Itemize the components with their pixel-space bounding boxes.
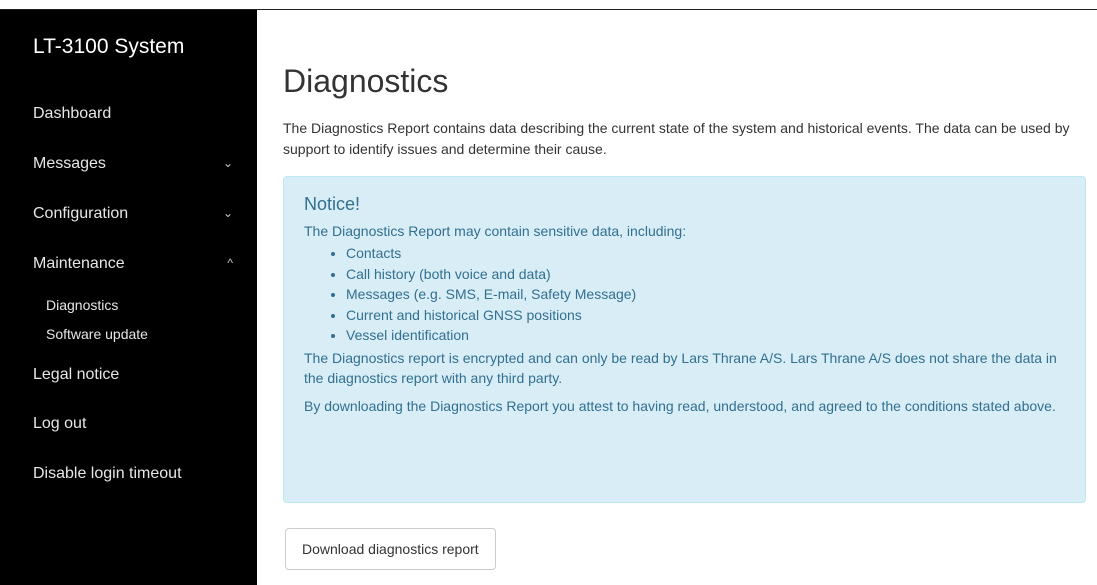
encryption-note: The Diagnostics report is encrypted and … bbox=[304, 349, 1057, 386]
page-title: Diagnostics bbox=[283, 63, 449, 99]
list-item: Call history (both voice and data) bbox=[346, 264, 1065, 285]
sidebar-subitem-diagnostics[interactable]: Diagnostics bbox=[46, 297, 118, 313]
sensitive-data-list: Contacts Call history (both voice and da… bbox=[304, 243, 1065, 346]
list-item: Current and historical GNSS positions bbox=[346, 305, 1065, 326]
sidebar: LT-3100 System Dashboard Messages ⌄ Conf… bbox=[0, 10, 257, 585]
sidebar-item-label: Messages bbox=[33, 155, 106, 172]
sidebar-item-configuration[interactable]: Configuration ⌄ bbox=[33, 205, 233, 223]
consent-note: By downloading the Diagnostics Report yo… bbox=[304, 397, 1056, 414]
sidebar-item-disable-login-timeout[interactable]: Disable login timeout bbox=[33, 465, 233, 483]
list-item: Vessel identification bbox=[346, 325, 1065, 346]
sidebar-item-label: Dashboard bbox=[33, 105, 112, 122]
sidebar-item-legal-notice[interactable]: Legal notice bbox=[33, 366, 233, 384]
notice-title: Notice! bbox=[304, 194, 361, 214]
chevron-down-icon: ⌄ bbox=[222, 206, 233, 220]
brand-title[interactable]: LT-3100 System bbox=[33, 35, 184, 59]
list-item: Contacts bbox=[346, 243, 1065, 264]
notice-box: Notice! The Diagnostics Report may conta… bbox=[283, 176, 1086, 503]
top-border bbox=[0, 0, 1097, 10]
list-item: Messages (e.g. SMS, E-mail, Safety Messa… bbox=[346, 284, 1065, 305]
notice-lead: The Diagnostics Report may contain sensi… bbox=[304, 223, 687, 239]
intro-text: The Diagnostics Report contains data des… bbox=[283, 120, 1070, 157]
sidebar-item-label: Maintenance bbox=[33, 255, 125, 272]
download-diagnostics-button[interactable]: Download diagnostics report bbox=[285, 528, 496, 570]
sidebar-item-label: Configuration bbox=[33, 205, 129, 222]
sidebar-item-dashboard[interactable]: Dashboard bbox=[33, 105, 233, 123]
sidebar-subitem-software-update[interactable]: Software update bbox=[46, 326, 148, 342]
chevron-down-icon: ⌄ bbox=[222, 156, 233, 170]
sidebar-item-maintenance[interactable]: Maintenance ^ bbox=[33, 255, 233, 273]
chevron-up-icon: ^ bbox=[227, 256, 233, 270]
sidebar-item-log-out[interactable]: Log out bbox=[33, 415, 233, 433]
sidebar-item-messages[interactable]: Messages ⌄ bbox=[33, 155, 233, 173]
